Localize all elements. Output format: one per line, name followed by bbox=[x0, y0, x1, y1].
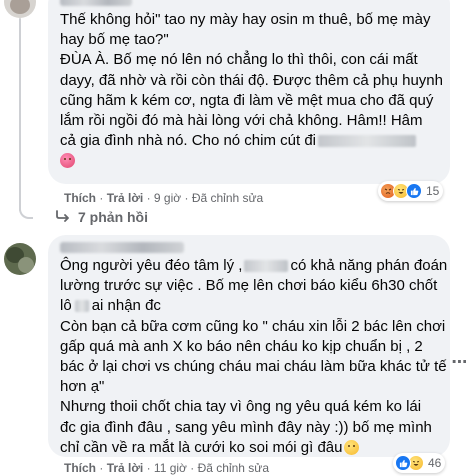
comment-line: đc gia đình đâu , sang yêu mình đây này … bbox=[60, 418, 432, 436]
edited-label: Đã chỉnh sửa bbox=[191, 191, 264, 205]
comment-line: dayy, đã nhờ và rồi còn thái độ. Được th… bbox=[60, 71, 443, 89]
commenter-name-blurred[interactable] bbox=[60, 0, 132, 6]
reply-button[interactable]: Trả lời bbox=[107, 461, 144, 475]
timestamp[interactable]: 9 giờ bbox=[154, 191, 181, 205]
comment-line-text: chỉ cần về ra mắt là cưới ko soi mói gì … bbox=[60, 438, 343, 456]
edited-label: Đã chỉnh sửa bbox=[197, 461, 270, 475]
thread-line bbox=[19, 18, 21, 211]
emoji-icon bbox=[343, 439, 359, 455]
view-replies-button[interactable]: 7 phản hồi bbox=[56, 209, 148, 225]
like-button[interactable]: Thích bbox=[64, 191, 96, 205]
comment-line: lắm rồi ngồi đó mà hài lòng với chả khôn… bbox=[60, 111, 423, 129]
like-reaction-icon bbox=[395, 455, 411, 471]
thread-connector bbox=[19, 203, 33, 219]
comment-line: Thế không hỏi" tao ny mày hay osin m thu… bbox=[60, 11, 431, 28]
separator: · bbox=[146, 461, 154, 475]
like-reaction-icon bbox=[406, 183, 422, 199]
separator: · bbox=[99, 191, 107, 205]
emoji-icon bbox=[60, 153, 75, 169]
comment-line: lường trước sự việc . Bố mẹ lên chơi báo… bbox=[60, 277, 438, 295]
comment-actions: Thích · Trả lời · 11 giờ · Đã chỉnh sửa bbox=[64, 461, 269, 475]
comment-text: Ông người yêu đéo tâm lý , có khả năng ph… bbox=[60, 256, 447, 458]
separator: · bbox=[146, 191, 154, 205]
comment-line: ĐÙA À. Bố mẹ nó lên nó chẳng lo thì thôi… bbox=[60, 51, 418, 69]
comment-line-text: lô bbox=[60, 297, 72, 315]
more-options-icon[interactable]: ⋯ bbox=[446, 348, 466, 376]
comment-line: lô ai nhận đc bbox=[60, 296, 447, 316]
timestamp[interactable]: 11 giờ bbox=[154, 461, 187, 475]
comment-line: hay bố mẹ tao?" bbox=[60, 31, 169, 49]
separator: · bbox=[190, 461, 198, 475]
comment-line: Ông người yêu đéo tâm lý , có khả năng ph… bbox=[60, 256, 447, 276]
comment-line-text: ai nhận đc bbox=[91, 297, 161, 315]
blurred-text bbox=[318, 135, 416, 148]
avatar[interactable] bbox=[4, 243, 36, 275]
commenter-name-blurred[interactable] bbox=[60, 242, 184, 253]
separator: · bbox=[99, 461, 107, 475]
reply-button[interactable]: Trả lời bbox=[107, 191, 144, 205]
reply-arrow-icon bbox=[56, 209, 70, 225]
reaction-count: 46 bbox=[428, 456, 442, 470]
like-button[interactable]: Thích bbox=[64, 461, 96, 475]
blurred-text bbox=[244, 260, 289, 273]
blurred-text bbox=[74, 300, 89, 313]
separator: · bbox=[184, 191, 192, 205]
reaction-summary[interactable]: 46 bbox=[393, 453, 446, 473]
comment-line: cả gia đình nhà nó. Cho nó chim cút đi bbox=[60, 131, 443, 151]
comment-line: Nhưng thoii chốt chia tay vì ông ng yêu … bbox=[60, 398, 422, 416]
comment-line-text: Ông người yêu đéo tâm lý , bbox=[60, 257, 243, 274]
avatar[interactable] bbox=[4, 0, 36, 18]
comment-line: chỉ cần về ra mắt là cưới ko soi mói gì … bbox=[60, 438, 447, 458]
comment-line-text: cả gia đình nhà nó. Cho nó chim cút đi bbox=[60, 132, 316, 150]
comment-line bbox=[60, 151, 443, 171]
comment-line: cũng hãm k kém cơ, ngta đi làm về mệt mu… bbox=[60, 91, 434, 109]
comment-line-text: có khả năng phán đoán bbox=[290, 257, 448, 274]
comment-line: gấp quá mà anh X ko báo nên cháu ko kịp … bbox=[60, 337, 423, 355]
replies-count-label: 7 phản hồi bbox=[78, 209, 148, 225]
comment-line: hơn ạ" bbox=[60, 378, 105, 396]
reaction-summary[interactable]: 15 bbox=[378, 181, 444, 201]
comment-actions: Thích · Trả lời · 9 giờ · Đã chỉnh sửa bbox=[64, 191, 263, 205]
comment-line: Còn bạn cả bữa cơm cũng ko " cháu xin lỗ… bbox=[60, 317, 446, 335]
reaction-count: 15 bbox=[426, 184, 440, 198]
comment-line: bác ở lại chơi vs chúng cháu mai cháu là… bbox=[60, 357, 447, 375]
comment-text: Thế không hỏi" tao ny mày hay osin m thu… bbox=[60, 10, 443, 172]
